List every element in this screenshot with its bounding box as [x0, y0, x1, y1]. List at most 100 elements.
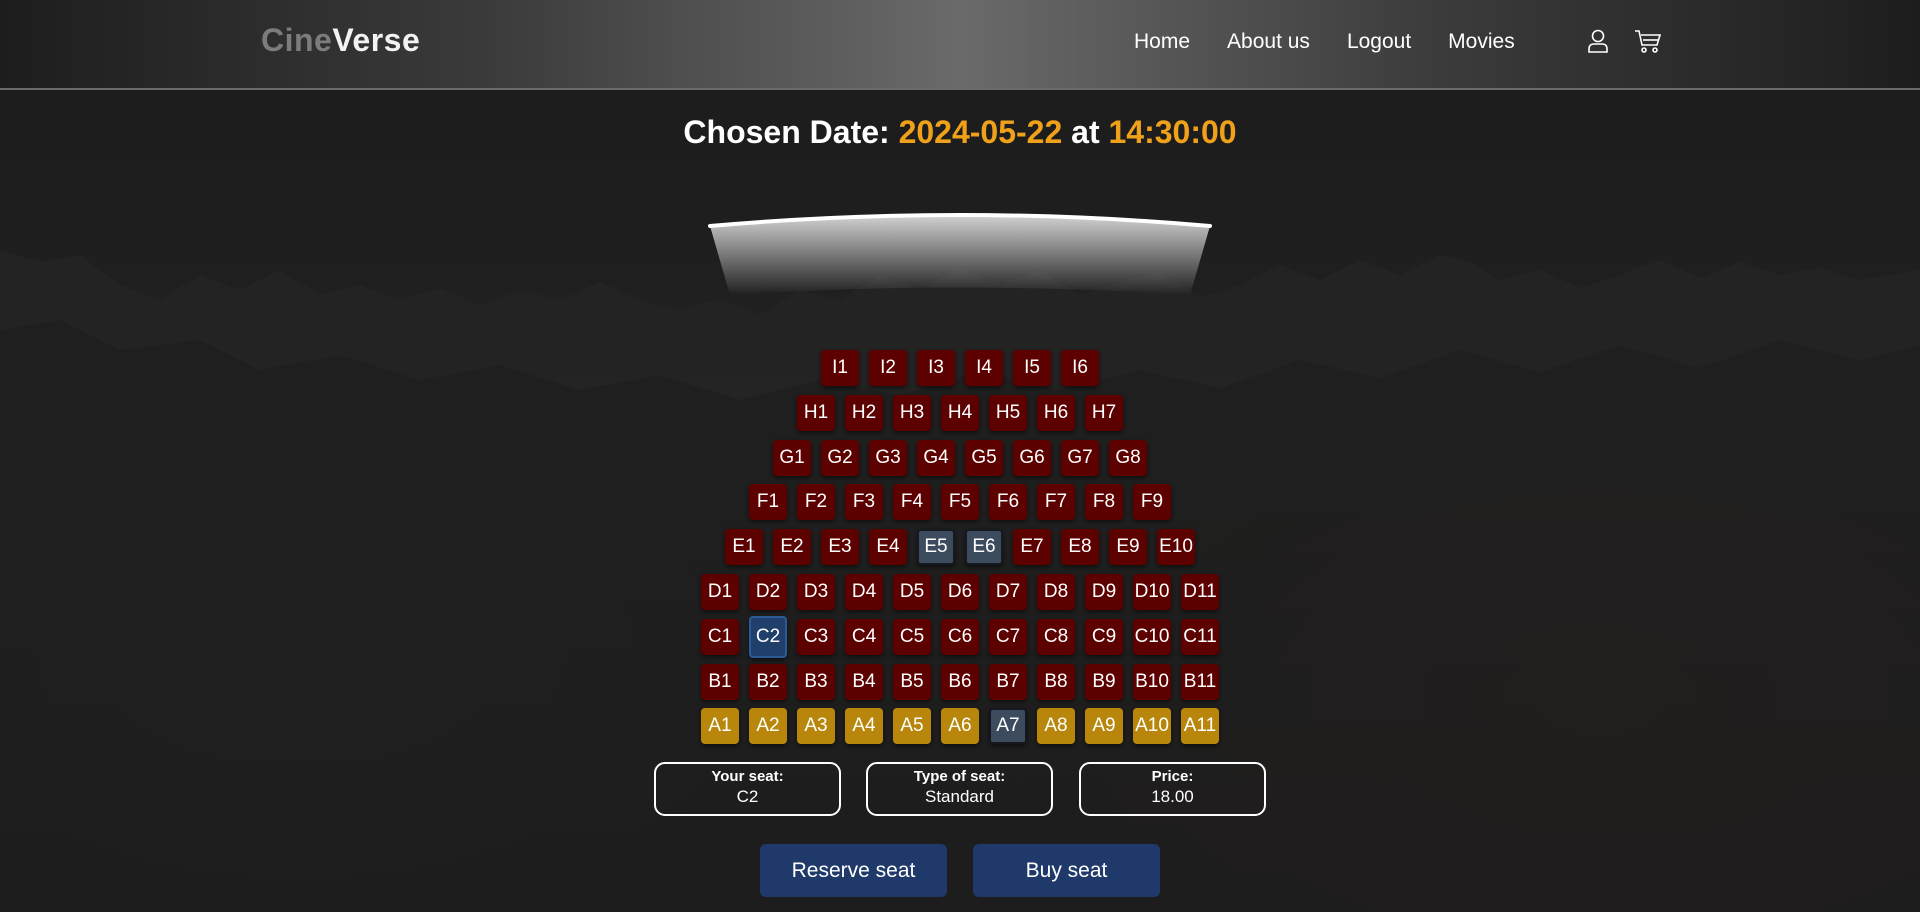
seat-b7[interactable]: B7	[989, 663, 1027, 700]
seat-a6[interactable]: A6	[941, 708, 979, 745]
seat-c9[interactable]: C9	[1085, 618, 1123, 655]
seat-d11[interactable]: D11	[1181, 573, 1219, 610]
seat-c1[interactable]: C1	[701, 618, 739, 655]
seat-a9[interactable]: A9	[1085, 708, 1123, 745]
seat-f7[interactable]: F7	[1037, 484, 1075, 521]
seat-d10[interactable]: D10	[1133, 573, 1171, 610]
seat-a4[interactable]: A4	[845, 708, 883, 745]
seat-b11[interactable]: B11	[1181, 663, 1219, 700]
seat-a7[interactable]: A7	[989, 708, 1027, 745]
seat-e2[interactable]: E2	[773, 529, 811, 566]
seat-g7[interactable]: G7	[1061, 439, 1099, 476]
seat-d8[interactable]: D8	[1037, 573, 1075, 610]
seat-d2[interactable]: D2	[749, 573, 787, 610]
nav-home-link[interactable]: Home	[1134, 30, 1190, 54]
seat-a3[interactable]: A3	[797, 708, 835, 745]
seat-e7[interactable]: E7	[1013, 529, 1051, 566]
seat-e5[interactable]: E5	[917, 529, 955, 566]
seat-c4[interactable]: C4	[845, 618, 883, 655]
seat-c11[interactable]: C11	[1181, 618, 1219, 655]
seat-f5[interactable]: F5	[941, 484, 979, 521]
seat-e6[interactable]: E6	[965, 529, 1003, 566]
seat-i3[interactable]: I3	[917, 350, 955, 386]
seat-c5[interactable]: C5	[893, 618, 931, 655]
seat-d4[interactable]: D4	[845, 573, 883, 610]
seat-f3[interactable]: F3	[845, 484, 883, 521]
buy-seat-button[interactable]: Buy seat	[973, 844, 1160, 897]
seat-type-label: Type of seat:	[913, 768, 1006, 785]
nav-movies-link[interactable]: Movies	[1448, 30, 1515, 54]
seat-f6[interactable]: F6	[989, 484, 1027, 521]
seat-a11[interactable]: A11	[1181, 708, 1219, 745]
nav-about-link[interactable]: About us	[1227, 30, 1310, 54]
seat-i2[interactable]: I2	[869, 350, 907, 386]
seat-h3[interactable]: H3	[893, 394, 931, 431]
seat-i1[interactable]: I1	[821, 350, 859, 386]
seat-e3[interactable]: E3	[821, 529, 859, 566]
seat-b4[interactable]: B4	[845, 663, 883, 700]
seat-c7[interactable]: C7	[989, 618, 1027, 655]
seat-f4[interactable]: F4	[893, 484, 931, 521]
seat-c8[interactable]: C8	[1037, 618, 1075, 655]
nav-logout-link[interactable]: Logout	[1347, 30, 1411, 54]
seat-f1[interactable]: F1	[749, 484, 787, 521]
seat-e9[interactable]: E9	[1109, 529, 1147, 566]
seat-d7[interactable]: D7	[989, 573, 1027, 610]
seat-e1[interactable]: E1	[725, 529, 763, 566]
seat-b1[interactable]: B1	[701, 663, 739, 700]
logo[interactable]: CineVerse	[261, 22, 420, 59]
seat-e8[interactable]: E8	[1061, 529, 1099, 566]
seat-i4[interactable]: I4	[965, 350, 1003, 386]
seat-i5[interactable]: I5	[1013, 350, 1051, 386]
seat-c10[interactable]: C10	[1133, 618, 1171, 655]
seat-h2[interactable]: H2	[845, 394, 883, 431]
seat-d9[interactable]: D9	[1085, 573, 1123, 610]
seat-c6[interactable]: C6	[941, 618, 979, 655]
price-box: Price: 18.00	[1079, 762, 1266, 816]
seat-g5[interactable]: G5	[965, 439, 1003, 476]
seat-h5[interactable]: H5	[989, 394, 1027, 431]
seat-b8[interactable]: B8	[1037, 663, 1075, 700]
seat-h7[interactable]: H7	[1085, 394, 1123, 431]
reserve-seat-button[interactable]: Reserve seat	[760, 844, 947, 897]
seat-g1[interactable]: G1	[773, 439, 811, 476]
seat-d5[interactable]: D5	[893, 573, 931, 610]
seat-g3[interactable]: G3	[869, 439, 907, 476]
seat-b9[interactable]: B9	[1085, 663, 1123, 700]
seat-i6[interactable]: I6	[1061, 350, 1099, 386]
seat-b6[interactable]: B6	[941, 663, 979, 700]
seat-b10[interactable]: B10	[1133, 663, 1171, 700]
seat-e4[interactable]: E4	[869, 529, 907, 566]
seat-row-i: I1 I2 I3 I4 I5 I6	[0, 350, 1920, 386]
seat-c2[interactable]: C2	[749, 615, 787, 658]
your-seat-box: Your seat: C2	[654, 762, 841, 816]
seat-a8[interactable]: A8	[1037, 708, 1075, 745]
seat-d1[interactable]: D1	[701, 573, 739, 610]
user-icon[interactable]	[1585, 28, 1611, 54]
seat-g6[interactable]: G6	[1013, 439, 1051, 476]
seat-h4[interactable]: H4	[941, 394, 979, 431]
seat-b5[interactable]: B5	[893, 663, 931, 700]
seat-f2[interactable]: F2	[797, 484, 835, 521]
seat-b2[interactable]: B2	[749, 663, 787, 700]
seat-g2[interactable]: G2	[821, 439, 859, 476]
cart-icon[interactable]	[1634, 28, 1662, 54]
seat-f8[interactable]: F8	[1085, 484, 1123, 521]
seat-d6[interactable]: D6	[941, 573, 979, 610]
seat-c3[interactable]: C3	[797, 618, 835, 655]
your-seat-value: C2	[736, 787, 759, 806]
seat-a5[interactable]: A5	[893, 708, 931, 745]
seat-f9[interactable]: F9	[1133, 484, 1171, 521]
seat-h6[interactable]: H6	[1037, 394, 1075, 431]
seat-b3[interactable]: B3	[797, 663, 835, 700]
seat-a2[interactable]: A2	[749, 708, 787, 745]
seat-e10[interactable]: E10	[1157, 529, 1195, 566]
seat-h1[interactable]: H1	[797, 394, 835, 431]
main-nav: Home About us Logout Movies	[1134, 30, 1515, 54]
chosen-time: 14:30:00	[1108, 114, 1237, 150]
seat-g4[interactable]: G4	[917, 439, 955, 476]
seat-g8[interactable]: G8	[1109, 439, 1147, 476]
seat-d3[interactable]: D3	[797, 573, 835, 610]
seat-a1[interactable]: A1	[701, 708, 739, 745]
seat-a10[interactable]: A10	[1133, 708, 1171, 745]
